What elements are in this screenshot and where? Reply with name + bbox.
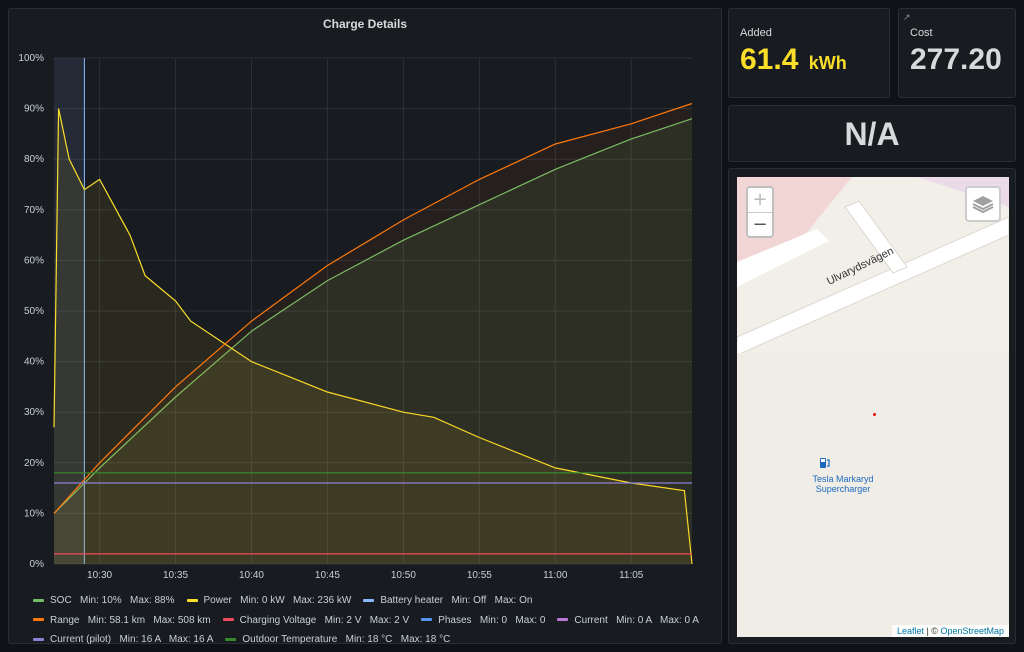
poi-name-line2: Supercharger xyxy=(815,484,871,494)
legend-swatch xyxy=(33,598,44,602)
legend-swatch xyxy=(33,618,44,622)
y-tick-label: 100% xyxy=(18,53,44,64)
legend-item-charging-voltage[interactable]: Charging Voltage Min: 2 V Max: 2 V xyxy=(222,611,410,631)
map-area-parking xyxy=(737,353,1009,637)
y-tick-label: 80% xyxy=(24,154,44,165)
legend-text: Range Min: 58.1 km Max: 508 km xyxy=(50,614,211,626)
legend-text: Phases Min: 0 Max: 0 xyxy=(438,614,546,626)
legend-swatch xyxy=(186,598,198,602)
legend-text: Battery heater Min: Off Max: On xyxy=(380,595,533,606)
legend-item-outdoor-temperature[interactable]: Outdoor Temperature Min: 18 °C Max: 18 °… xyxy=(225,630,450,650)
added-energy-panel: Added 61.4 kWh xyxy=(728,8,890,98)
legend-row: Current (pilot) Min: 16 A Max: 16 A Outdo… xyxy=(33,630,723,650)
legend-item-phases[interactable]: Phases Min: 0 Max: 0 xyxy=(421,611,545,631)
y-tick-label: 90% xyxy=(24,104,44,115)
legend-item-range[interactable]: Range Min: 58.1 km Max: 508 km xyxy=(33,611,211,631)
layers-icon xyxy=(972,196,994,214)
legend-text: Charging Voltage Min: 2 V Max: 2 V xyxy=(239,614,410,626)
legend-text: Current (pilot) Min: 16 A Max: 16 A xyxy=(50,634,214,645)
y-tick-label: 70% xyxy=(24,205,44,216)
legend-swatch xyxy=(225,637,237,641)
charge-details-panel: Charge Details 0% 10% 20% 30% 40% 50% 60% 70% 80… xyxy=(8,8,723,645)
osm-link[interactable]: OpenStreetMap xyxy=(940,626,1004,636)
added-value: 61.4 kWh xyxy=(740,43,847,77)
legend-item-soc[interactable]: SOC Min: 10% Max: 88% xyxy=(33,591,175,611)
legend-text: SOC Min: 10% Max: 88% xyxy=(50,595,175,606)
legend-item-current-pilot[interactable]: Current (pilot) Min: 16 A Max: 16 A xyxy=(33,630,213,650)
y-tick-label: 0% xyxy=(30,559,45,570)
x-tick-label: 10:35 xyxy=(163,570,188,581)
y-tick-label: 60% xyxy=(24,255,44,266)
legend-swatch xyxy=(222,618,234,622)
x-tick-label: 11:05 xyxy=(619,570,644,581)
poi-name-line1: Tesla Markaryd xyxy=(812,474,874,484)
legend-text: Power Min: 0 kW Max: 236 kW xyxy=(203,595,352,606)
status-panel: N/A xyxy=(728,105,1016,162)
x-tick-label: 10:40 xyxy=(239,570,264,581)
y-tick-label: 10% xyxy=(24,508,44,519)
layers-button[interactable] xyxy=(965,186,1001,222)
x-tick-label: 10:30 xyxy=(87,570,112,581)
leaflet-link[interactable]: Leaflet xyxy=(897,626,924,636)
y-tick-label: 40% xyxy=(24,357,44,368)
status-value: N/A xyxy=(844,116,900,152)
charge-chart[interactable]: 0% 10% 20% 30% 40% 50% 60% 70% 80% 90% 100% 10:30 10… xyxy=(9,9,723,589)
attribution-separator: | © xyxy=(923,626,941,636)
charging-station-icon[interactable] xyxy=(819,457,831,469)
supercharger-label[interactable]: Tesla Markaryd Supercharger xyxy=(787,474,899,494)
legend-swatch xyxy=(363,598,375,602)
legend-text: Current Min: 0 A Max: 0 A xyxy=(574,614,699,626)
legend-swatch xyxy=(557,618,569,622)
legend-item-power[interactable]: Power Min: 0 kW Max: 236 kW xyxy=(186,591,352,611)
legend-swatch xyxy=(421,618,433,622)
added-unit: kWh xyxy=(808,53,847,73)
map-panel: Ulvarydsvägen Tesla Markaryd Supercharge… xyxy=(728,168,1016,644)
x-tick-label: 10:55 xyxy=(467,570,492,581)
x-tick-label: 10:45 xyxy=(315,570,340,581)
zoom-in-button[interactable]: + xyxy=(748,188,772,213)
legend-swatch xyxy=(33,637,44,641)
y-tick-label: 50% xyxy=(24,306,44,317)
zoom-out-button[interactable]: − xyxy=(748,213,772,237)
map-attribution: Leaflet | © OpenStreetMap xyxy=(891,625,1009,637)
legend-item-current[interactable]: Current Min: 0 A Max: 0 A xyxy=(557,611,699,631)
map-tiles xyxy=(737,177,1009,637)
map[interactable]: Ulvarydsvägen Tesla Markaryd Supercharge… xyxy=(737,177,1009,637)
x-tick-label: 10:50 xyxy=(391,570,416,581)
location-marker[interactable] xyxy=(873,413,876,416)
legend-row: SOC Min: 10% Max: 88% Power Min: 0 kW Max… xyxy=(33,591,723,611)
zoom-control: + − xyxy=(746,186,774,238)
added-label: Added xyxy=(740,27,772,39)
legend-text: Outdoor Temperature Min: 18 °C Max: 18 °… xyxy=(242,634,451,645)
y-tick-label: 30% xyxy=(24,407,44,418)
x-tick-label: 11:00 xyxy=(543,570,568,581)
y-tick-label: 20% xyxy=(24,458,44,469)
chart-legend: SOC Min: 10% Max: 88% Power Min: 0 kW Max… xyxy=(33,591,723,650)
cost-label: Cost xyxy=(910,27,933,39)
added-number: 61.4 xyxy=(740,43,799,76)
legend-row: Range Min: 58.1 km Max: 508 km Charging V… xyxy=(33,611,723,631)
legend-item-battery-heater[interactable]: Battery heater Min: Off Max: On xyxy=(363,591,532,611)
cost-panel: ↗ Cost 277.20 xyxy=(898,8,1016,98)
external-link-icon[interactable]: ↗ xyxy=(903,12,911,23)
cost-value: 277.20 xyxy=(910,43,1002,76)
